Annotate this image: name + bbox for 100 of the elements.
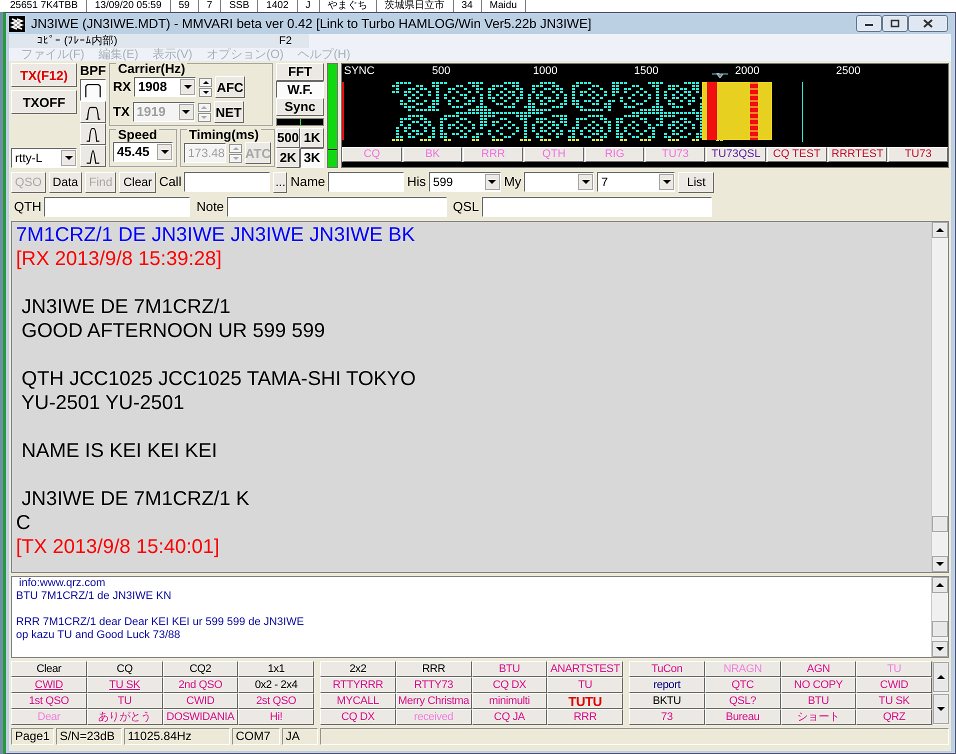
afc-button[interactable]: AFC	[215, 76, 246, 98]
context-menu-item[interactable]: ｺﾋﾟｰ (ﾌﾚｰﾑ内部) F2	[9, 34, 309, 48]
scroll-down-button[interactable]	[932, 556, 948, 572]
spin-down-button[interactable]	[199, 88, 212, 96]
field-label: TX	[113, 104, 130, 120]
macro-button[interactable]: TU SK	[856, 693, 932, 709]
text-field[interactable]	[482, 197, 712, 217]
macro-button[interactable]: TU	[547, 677, 623, 693]
macro-button[interactable]: TUTU	[547, 693, 623, 709]
dropdown-arrow-icon	[64, 156, 72, 160]
qso-toolbar-button[interactable]: Clear	[119, 172, 156, 192]
macro-button[interactable]: ANARTSTEST	[547, 661, 623, 677]
name-field[interactable]	[328, 172, 404, 192]
macro-button[interactable]: CQ	[342, 147, 402, 162]
bandwidth-button[interactable]: 500	[276, 128, 300, 148]
speed-combo[interactable]: 45.45	[113, 142, 173, 162]
txoff-button[interactable]: TXOFF	[11, 90, 77, 114]
macro-button[interactable]: DOSWIDANIA	[162, 709, 238, 725]
macro-button[interactable]: minimulti	[472, 693, 548, 709]
macro-button[interactable]: RRR	[396, 661, 472, 677]
list-button[interactable]: List	[678, 172, 714, 192]
macro-button[interactable]: CQ DX	[472, 677, 548, 693]
macro-button[interactable]: Hi!	[238, 709, 314, 725]
macro-button[interactable]: QRZ	[856, 709, 932, 725]
status-cell: JA	[282, 728, 318, 745]
text-field[interactable]	[44, 197, 190, 217]
bandwidth-button[interactable]: 2K	[276, 148, 300, 168]
spin-up-button[interactable]	[199, 78, 212, 86]
scrollbar-thumb[interactable]	[932, 516, 948, 532]
view-button[interactable]: FFT	[276, 63, 324, 81]
macro-button[interactable]: BTU	[472, 661, 548, 677]
rst-combo[interactable]: 599	[428, 172, 501, 192]
macro-button[interactable]: 0x2 - 2x4	[238, 677, 314, 693]
macro-button[interactable]: AGN	[780, 661, 856, 677]
macro-button[interactable]: TU73QSL	[706, 147, 766, 162]
macro-button[interactable]: QTH	[524, 147, 584, 162]
macro-button[interactable]: RRR	[547, 709, 623, 725]
macro-button[interactable]: RTTY73	[396, 677, 472, 693]
macro-button[interactable]: TU	[86, 693, 162, 709]
macro-button[interactable]: Bureau	[704, 709, 780, 725]
status-cell: Page1	[11, 728, 54, 745]
macro-button[interactable]: RTTYRRR	[320, 677, 396, 693]
macro-button[interactable]: NO COPY	[780, 677, 856, 693]
macro-button[interactable]: QTC	[704, 677, 780, 693]
qso-toolbar-button[interactable]: Data	[48, 172, 82, 192]
text-field[interactable]	[226, 197, 447, 217]
macro-button[interactable]: ありがとう	[86, 709, 162, 725]
net-button[interactable]: NET	[214, 101, 244, 123]
macro-button[interactable]: report	[629, 677, 705, 693]
macro-button[interactable]: BKTU	[629, 693, 705, 709]
macro-button[interactable]: CQ DX	[320, 709, 396, 725]
receive-text-area: 7M1CRZ/1 DE JN3IWE JN3IWE JN3IWE BK [RX 2013/9/8 15:39:28] JN3IWE DE 7M1CRZ/1 GOOD AFTERNOON UR 599 599 QTH JCC1025 JCC1025 TAMA-SHI TOKYO YU-2501 YU-2501 NAME IS KEI KEI KEI JN3IWE DE 7M1CRZ/1 K C [TX 2013/9/8 15:40:01]	[12, 222, 931, 572]
page-up-button[interactable]	[933, 662, 949, 692]
scrollbar-thumb[interactable]	[932, 621, 948, 637]
mode-combo[interactable]: rtty-L	[11, 148, 77, 168]
macro-button[interactable]: 2nd QSO	[162, 677, 238, 693]
macro-button[interactable]: TU73	[645, 147, 706, 162]
call-field[interactable]	[184, 172, 270, 192]
macro-button[interactable]: 2x2	[320, 661, 396, 677]
macro-button[interactable]: BK	[402, 147, 462, 162]
rst-combo[interactable]	[524, 172, 594, 192]
macro-button[interactable]: 73	[629, 709, 705, 725]
macro-button[interactable]: 1x1	[238, 661, 314, 677]
macro-button[interactable]: 2st QSO	[238, 693, 314, 709]
close-button[interactable]	[908, 15, 948, 32]
maximize-button[interactable]	[882, 15, 908, 32]
band-combo[interactable]: 7	[597, 172, 676, 192]
macro-button[interactable]: 1st QSO	[11, 693, 87, 709]
macro-button[interactable]: TU73	[888, 147, 948, 162]
bandwidth-button[interactable]: 3K	[300, 148, 324, 168]
scroll-up-button[interactable]	[932, 577, 948, 593]
macro-button[interactable]: CQ JA	[472, 709, 548, 725]
macro-button[interactable]: Merry Christma	[396, 693, 472, 709]
scroll-up-button[interactable]	[932, 222, 948, 238]
macro-button[interactable]: TuCon	[629, 661, 705, 677]
macro-button[interactable]: RRR	[463, 147, 524, 162]
macro-button[interactable]: BTU	[780, 693, 856, 709]
macro-button[interactable]: CQ	[86, 661, 162, 677]
macro-button[interactable]: RIG	[584, 147, 644, 162]
macro-button[interactable]: CWID	[162, 693, 238, 709]
view-button[interactable]: W.F.	[276, 80, 324, 98]
filter-button[interactable]	[80, 78, 106, 101]
macro-button[interactable]: MYCALL	[320, 693, 396, 709]
minimize-button[interactable]	[856, 15, 882, 32]
browse-button[interactable]: ...	[273, 172, 288, 192]
macro-button[interactable]: TU SK	[86, 677, 162, 693]
scroll-down-button[interactable]	[932, 641, 948, 657]
macro-button[interactable]: CWID	[856, 677, 932, 693]
bandwidth-button[interactable]: 1K	[300, 128, 324, 148]
macro-button[interactable]: CQ2	[162, 661, 238, 677]
page-down-button[interactable]	[933, 694, 949, 724]
macro-button[interactable]: CQ TEST	[766, 147, 827, 162]
view-button[interactable]: Sync	[276, 98, 324, 116]
macro-button[interactable]: ショート	[780, 709, 856, 725]
macro-button[interactable]: RRRTEST	[828, 147, 888, 162]
macro-button[interactable]: Clear	[11, 661, 87, 677]
tx-button[interactable]: TX(F12)	[11, 63, 77, 87]
macro-button[interactable]: CWID	[11, 677, 87, 693]
macro-button[interactable]: QSL?	[704, 693, 780, 709]
frequency-combo[interactable]: 1908	[134, 77, 196, 97]
